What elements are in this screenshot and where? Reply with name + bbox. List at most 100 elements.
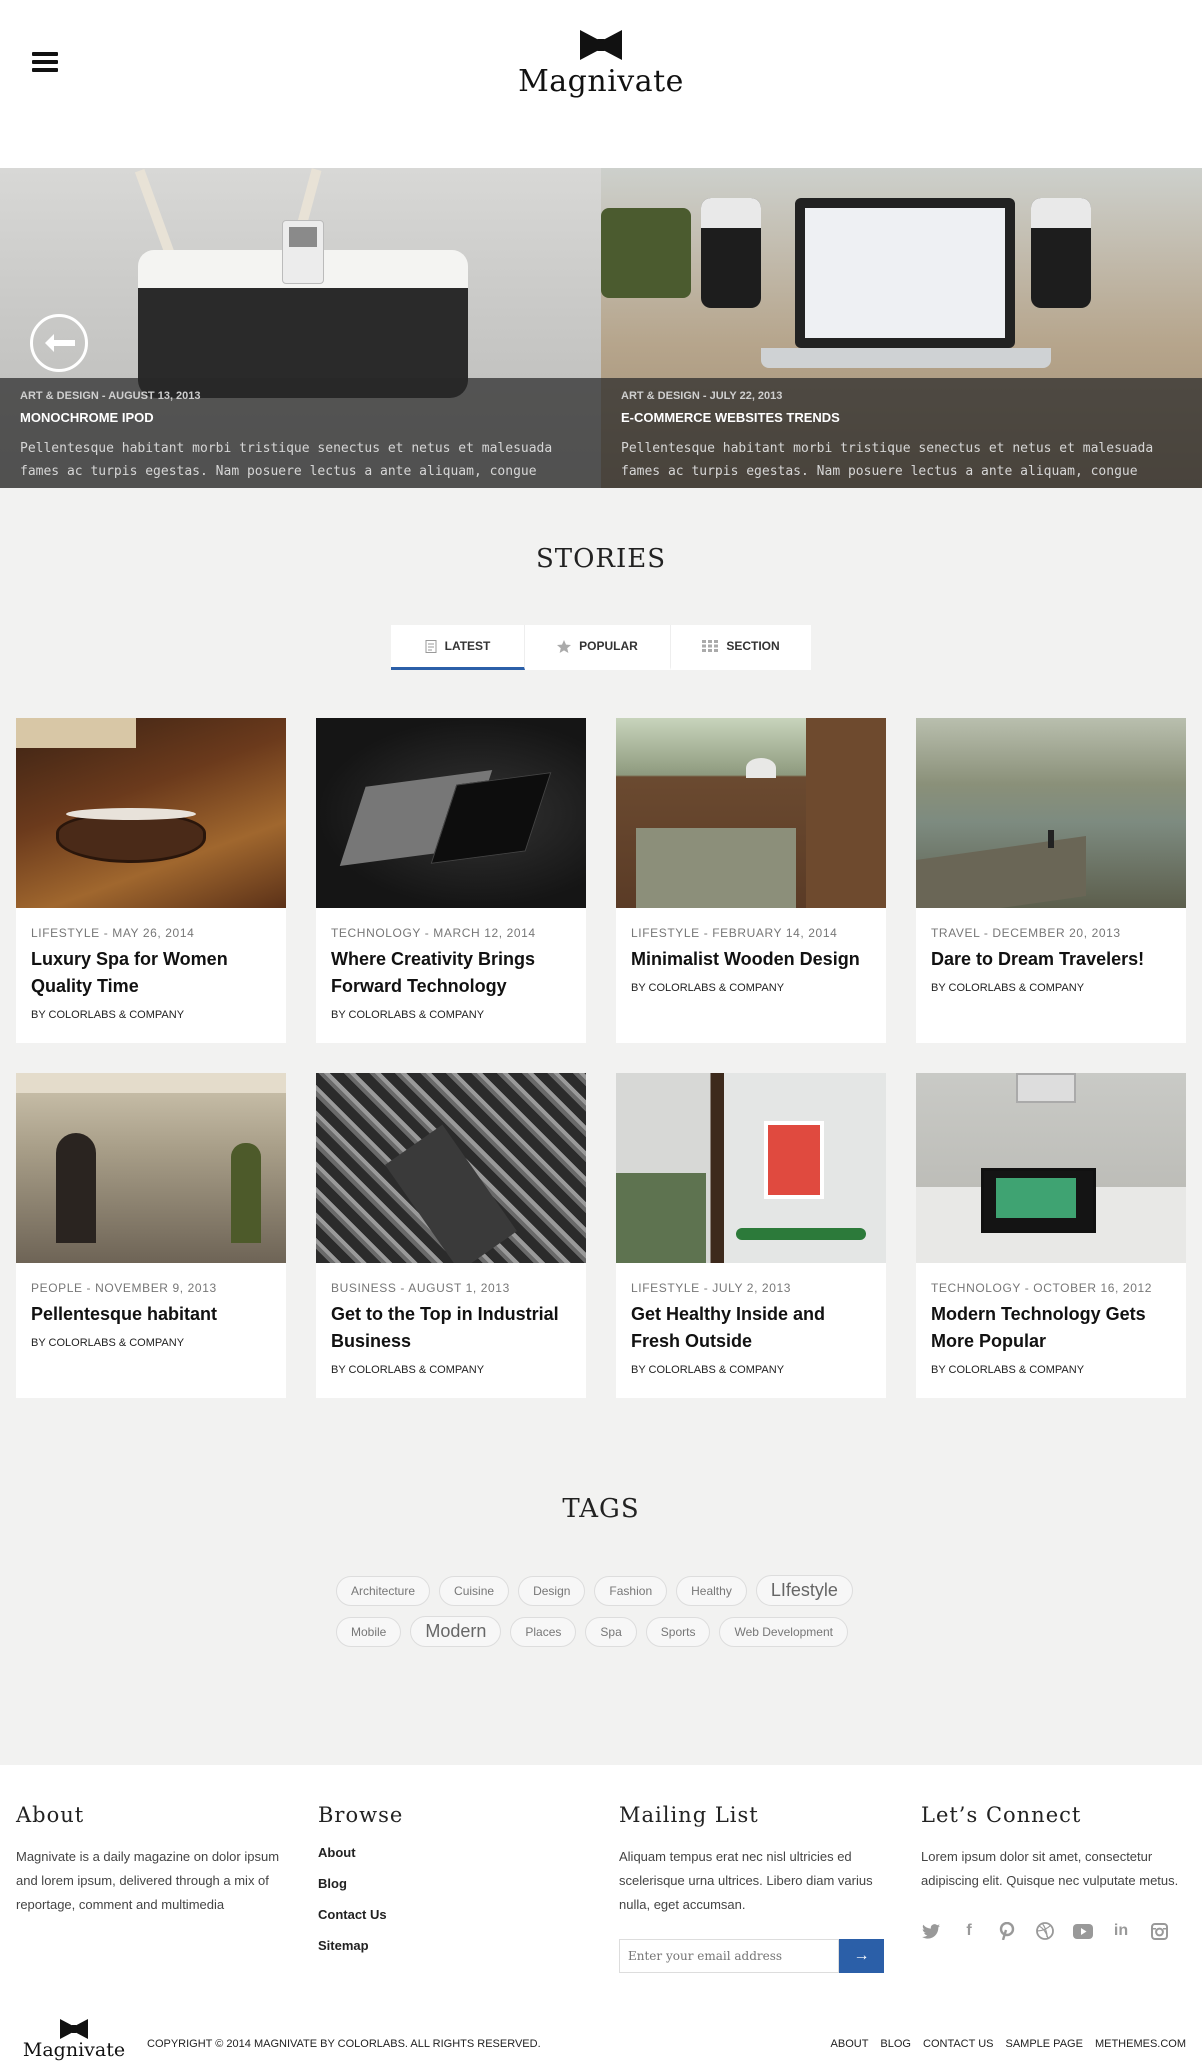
- card-meta: PEOPLE - NOVEMBER 9, 2013: [31, 1281, 217, 1295]
- card-title[interactable]: Modern Technology Gets More Popular: [931, 1301, 1171, 1355]
- story-card[interactable]: PEOPLE - NOVEMBER 9, 2013 Pellentesque h…: [16, 1073, 286, 1398]
- footer-logo[interactable]: Magnivate: [22, 2019, 126, 2061]
- card-image: [16, 718, 286, 908]
- card-author: BY COLORLABS & COMPANY: [331, 1364, 485, 1376]
- instagram-icon[interactable]: [1149, 1921, 1169, 1941]
- bottom-link-methemes[interactable]: METHEMES.COM: [1095, 2038, 1186, 2050]
- tag-sports[interactable]: Sports: [645, 1616, 711, 1647]
- card-author: BY COLORLABS & COMPANY: [631, 1364, 785, 1376]
- tag-healthy[interactable]: Healthy: [676, 1575, 747, 1606]
- slide-excerpt: Pellentesque habitant morbi tristique se…: [621, 441, 1154, 479]
- card-meta: TECHNOLOGY - MARCH 12, 2014: [331, 926, 536, 940]
- tag-modern[interactable]: Modern: [410, 1616, 502, 1647]
- story-card[interactable]: TECHNOLOGY - OCTOBER 16, 2012 Modern Tec…: [916, 1073, 1186, 1398]
- twitter-icon[interactable]: [921, 1921, 941, 1941]
- slide-image: [795, 198, 1015, 348]
- facebook-icon[interactable]: f: [959, 1921, 979, 1941]
- footer-mailing-heading: Mailing List: [619, 1803, 759, 1827]
- bottom-link-blog[interactable]: BLOG: [880, 2038, 911, 2050]
- linkedin-icon[interactable]: in: [1111, 1921, 1131, 1941]
- bowtie-icon: [580, 30, 622, 60]
- tag-lifestyle[interactable]: LIfestyle: [755, 1575, 853, 1606]
- tab-popular[interactable]: POPULAR: [525, 625, 671, 670]
- card-title[interactable]: Get to the Top in Industrial Business: [331, 1301, 571, 1355]
- hamburger-icon: [32, 52, 58, 56]
- tab-section[interactable]: SECTION: [671, 625, 811, 670]
- card-image: [916, 1073, 1186, 1263]
- card-image: [316, 1073, 586, 1263]
- featured-slider: ART & DESIGN - AUGUST 13, 2013 MONOCHROM…: [0, 168, 1202, 488]
- document-icon: [425, 639, 437, 653]
- card-title[interactable]: Pellentesque habitant: [31, 1301, 271, 1328]
- tag-places[interactable]: Places: [510, 1616, 577, 1647]
- card-image: [916, 718, 1186, 908]
- story-card[interactable]: TRAVEL - DECEMBER 20, 2013 Dare to Dream…: [916, 718, 1186, 1043]
- subscribe-button[interactable]: →: [839, 1939, 884, 1973]
- tags-heading: TAGS: [562, 1494, 640, 1524]
- slide-2[interactable]: ART & DESIGN - JULY 22, 2013 E-COMMERCE …: [601, 168, 1202, 488]
- footer-browse: Browse About Blog Contact Us Sitemap: [318, 1803, 598, 1969]
- story-card[interactable]: LIFESTYLE - JULY 2, 2013 Get Healthy Ins…: [616, 1073, 886, 1398]
- story-card[interactable]: TECHNOLOGY - MARCH 12, 2014 Where Creati…: [316, 718, 586, 1043]
- card-author: BY COLORLABS & COMPANY: [931, 982, 1085, 994]
- footer-link-contact[interactable]: Contact Us: [318, 1907, 598, 1922]
- card-meta: LIFESTYLE - JULY 2, 2013: [631, 1281, 792, 1295]
- slide-meta: ART & DESIGN - JULY 22, 2013: [621, 390, 783, 402]
- tag-design[interactable]: Design: [518, 1575, 586, 1606]
- card-title[interactable]: Get Healthy Inside and Fresh Outside: [631, 1301, 871, 1355]
- card-author: BY COLORLABS & COMPANY: [631, 982, 785, 994]
- card-title[interactable]: Luxury Spa for Women Quality Time: [31, 946, 271, 1000]
- arrow-left-icon: [45, 334, 75, 352]
- slide-title[interactable]: E-COMMERCE WEBSITES TRENDS: [621, 410, 1182, 425]
- card-author: BY COLORLABS & COMPANY: [31, 1009, 185, 1021]
- card-title[interactable]: Minimalist Wooden Design: [631, 946, 871, 973]
- tab-latest[interactable]: LATEST: [391, 625, 525, 670]
- youtube-icon[interactable]: [1073, 1921, 1093, 1941]
- tag-architecture[interactable]: Architecture: [336, 1575, 431, 1606]
- star-icon: [557, 639, 572, 653]
- footer-link-sitemap[interactable]: Sitemap: [318, 1938, 598, 1953]
- card-meta: LIFESTYLE - FEBRUARY 14, 2014: [631, 926, 838, 940]
- tag-cuisine[interactable]: Cuisine: [439, 1575, 510, 1606]
- stories-tabs: LATEST POPULAR SECTION: [391, 625, 811, 670]
- dribbble-icon[interactable]: [1035, 1921, 1055, 1941]
- footer-about-heading: About: [16, 1803, 85, 1827]
- slide-1[interactable]: ART & DESIGN - AUGUST 13, 2013 MONOCHROM…: [0, 168, 601, 488]
- prev-slide-button[interactable]: [30, 314, 88, 372]
- card-title[interactable]: Where Creativity Brings Forward Technolo…: [331, 946, 571, 1000]
- slide-caption: ART & DESIGN - AUGUST 13, 2013 MONOCHROM…: [0, 378, 601, 488]
- tag-mobile[interactable]: Mobile: [336, 1616, 402, 1647]
- menu-button[interactable]: [32, 52, 58, 72]
- slide-title[interactable]: MONOCHROME IPOD: [20, 410, 581, 425]
- stories-heading: STORIES: [535, 544, 667, 574]
- footer-link-about[interactable]: About: [318, 1845, 598, 1860]
- email-input[interactable]: [619, 1939, 839, 1973]
- bottom-link-sample-page[interactable]: SAMPLE PAGE: [1006, 2038, 1083, 2050]
- tag-web-development[interactable]: Web Development: [719, 1616, 848, 1647]
- card-image: [616, 718, 886, 908]
- social-links: f in: [921, 1921, 1201, 1941]
- footer-connect: Let’s Connect Lorem ipsum dolor sit amet…: [921, 1803, 1201, 1941]
- tag-fashion[interactable]: Fashion: [594, 1575, 668, 1606]
- bottom-link-about[interactable]: ABOUT: [831, 2038, 869, 2050]
- bottom-link-contact[interactable]: CONTACT US: [923, 2038, 994, 2050]
- pinterest-icon[interactable]: [997, 1921, 1017, 1941]
- bottom-bar: Magnivate COPYRIGHT © 2014 MAGNIVATE BY …: [0, 2015, 1202, 2072]
- slide-excerpt: Pellentesque habitant morbi tristique se…: [20, 441, 553, 479]
- card-image: [616, 1073, 886, 1263]
- slide-meta: ART & DESIGN - AUGUST 13, 2013: [20, 390, 201, 402]
- card-title[interactable]: Dare to Dream Travelers!: [931, 946, 1171, 973]
- story-card[interactable]: LIFESTYLE - FEBRUARY 14, 2014 Minimalist…: [616, 718, 886, 1043]
- footer-mailing: Mailing List Aliquam tempus erat nec nis…: [619, 1803, 899, 1973]
- card-meta: LIFESTYLE - MAY 26, 2014: [31, 926, 195, 940]
- site-header: Magnivate: [0, 0, 1202, 168]
- site-logo[interactable]: Magnivate: [501, 30, 701, 99]
- tag-cloud: Architecture Cuisine Design Fashion Heal…: [336, 1575, 872, 1657]
- card-image: [316, 718, 586, 908]
- story-card[interactable]: LIFESTYLE - MAY 26, 2014 Luxury Spa for …: [16, 718, 286, 1043]
- footer-link-blog[interactable]: Blog: [318, 1876, 598, 1891]
- footer-connect-heading: Let’s Connect: [921, 1803, 1082, 1827]
- card-author: BY COLORLABS & COMPANY: [31, 1337, 185, 1349]
- tag-spa[interactable]: Spa: [585, 1616, 637, 1647]
- story-card[interactable]: BUSINESS - AUGUST 1, 2013 Get to the Top…: [316, 1073, 586, 1398]
